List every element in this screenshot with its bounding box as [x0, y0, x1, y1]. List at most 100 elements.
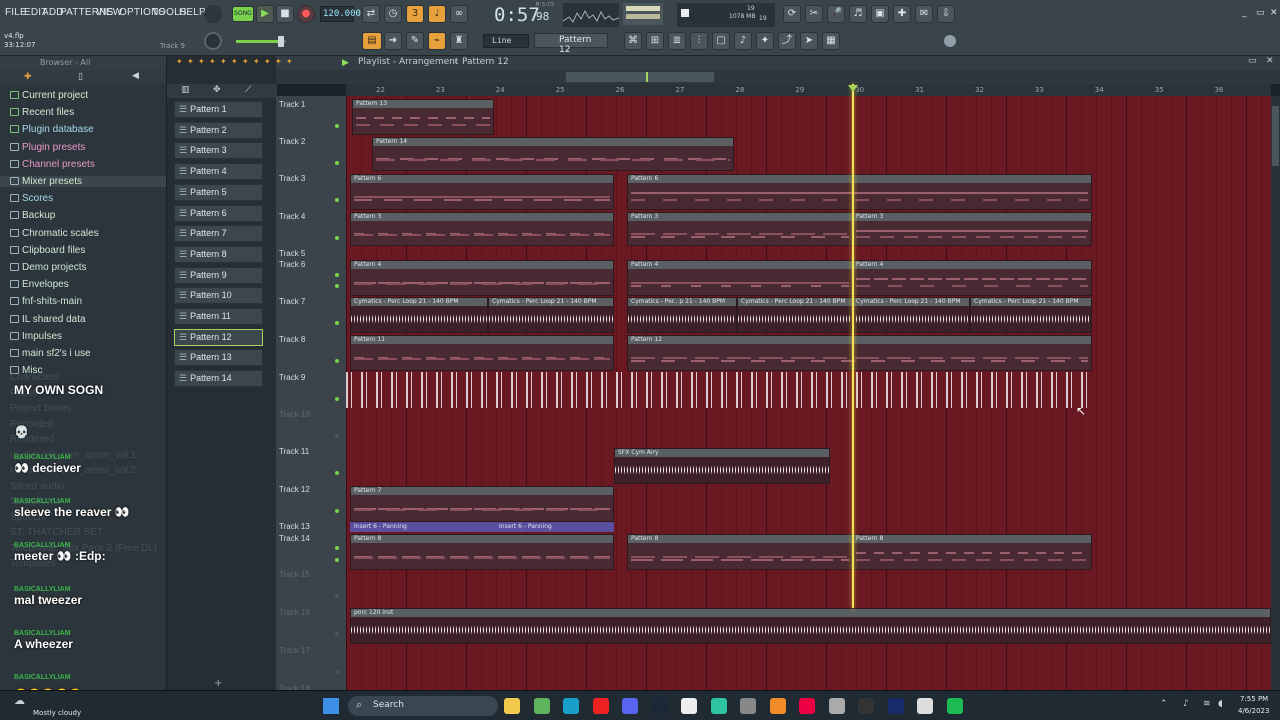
browser-item[interactable]: main sf2's i use [10, 348, 91, 359]
channel-rack-icon[interactable]: ⊞ [646, 32, 664, 50]
mixer-icon[interactable]: ≣ [668, 32, 686, 50]
move-icon[interactable]: ✥ [213, 85, 221, 95]
minimize-window-icon[interactable]: _ [1242, 8, 1247, 18]
track-label[interactable]: Track 17 [279, 646, 310, 655]
pattern-item[interactable]: ☰ Pattern 4 [174, 163, 263, 181]
steam-icon[interactable] [651, 698, 668, 714]
playlist-clip[interactable]: Pattern 7 [350, 486, 614, 522]
playlist-clip[interactable]: Pattern 8 [852, 534, 1092, 570]
playlist-clip[interactable]: Cymatics - Perc Loop 21 - 140 BPM [488, 297, 614, 333]
snap-selector[interactable]: Line [483, 34, 529, 48]
pattern-item[interactable]: ☰ Pattern 2 [174, 121, 263, 139]
track-mute-led[interactable] [335, 558, 339, 562]
play-pattern-icon[interactable]: ▶ [342, 58, 349, 68]
track-mute-led[interactable] [335, 273, 339, 277]
track-label[interactable]: Track 13 [279, 522, 310, 531]
track-label[interactable]: Track 4 [279, 212, 305, 221]
pattern-item[interactable]: ☰ Pattern 10 [174, 287, 263, 305]
pattern-item[interactable]: ☰ Pattern 9 [174, 266, 263, 284]
slip-icon[interactable]: ✦ [242, 57, 249, 66]
track-mute-led[interactable] [335, 236, 339, 240]
step-edit-icon[interactable]: 3 [406, 5, 424, 23]
download-icon[interactable]: ⇩ [937, 5, 955, 23]
track-mute-led[interactable] [335, 434, 339, 438]
camera-icon[interactable] [828, 698, 845, 714]
playlist-clip[interactable]: Pattern 4 [852, 260, 1092, 296]
browser-item[interactable]: Channel presets [10, 159, 95, 170]
track-mute-led[interactable] [335, 198, 339, 202]
browser-speaker-icon[interactable]: ◀ [132, 71, 139, 81]
playlist-clip[interactable]: Pattern 12 [627, 335, 1092, 371]
track-mute-led[interactable] [335, 670, 339, 674]
vertical-scrollbar[interactable] [1271, 96, 1280, 690]
playlist-clip[interactable]: Pattern 13 [352, 99, 494, 135]
browser-item[interactable]: Backup [10, 210, 55, 221]
pattern-item[interactable]: ☰ Pattern 11 [174, 308, 263, 325]
loop-record-icon[interactable]: ∞ [450, 5, 468, 23]
github-icon[interactable] [917, 698, 933, 714]
playlist-clip[interactable]: Pattern 4 [350, 260, 614, 296]
playlist-clip[interactable]: Cymatics - Perc Loop 21 - 140 BPM [737, 297, 853, 333]
playlist-clip[interactable]: Pattern 3 [350, 212, 614, 246]
browser-item-faded[interactable]: Sliced audio [10, 481, 64, 492]
stop-icon[interactable]: ■ [276, 5, 294, 23]
playlist-clip[interactable]: SFX Cym Airy [614, 448, 830, 484]
magnet-small-icon[interactable]: ✦ [187, 57, 194, 66]
playlist-clip[interactable]: Insert 6 - Panning [495, 522, 614, 532]
pattern-item[interactable]: ☰ Pattern 6 [174, 204, 263, 222]
playlist-clip[interactable]: Pattern 8 [627, 534, 853, 570]
track-mute-led[interactable] [335, 471, 339, 475]
minimize-icon[interactable]: ▭ [1248, 56, 1257, 66]
paint-icon[interactable]: ✦ [209, 57, 216, 66]
fl-studio-icon[interactable] [769, 698, 786, 714]
playlist-clip[interactable]: Pattern 6 [627, 174, 1092, 210]
browser-item-faded[interactable]: ST: THATCHER SET [10, 527, 103, 538]
help-icon[interactable] [944, 35, 956, 47]
console-icon[interactable] [858, 698, 874, 714]
pattern-item[interactable]: ☰ Pattern 3 [174, 142, 263, 160]
snap-arrow-icon[interactable]: ✦ [176, 57, 183, 66]
obs-icon[interactable] [681, 698, 697, 714]
track-label[interactable]: Track 15 [279, 570, 310, 579]
track-label[interactable]: Track 9 [279, 373, 305, 382]
track-label[interactable]: Track 10 [279, 410, 310, 419]
browser-item[interactable]: Current project [10, 90, 88, 101]
pattern-item[interactable]: ☰ Pattern 5 [174, 183, 263, 201]
browser-item-faded[interactable]: Characters [10, 372, 59, 383]
playlist-overview[interactable] [276, 70, 1280, 84]
browser-item[interactable]: Clipboard files [10, 245, 85, 256]
drum-hits[interactable] [346, 372, 1092, 408]
playlist-clip[interactable]: Pattern 3 [852, 212, 1092, 246]
browser-item[interactable]: fnf-shits-main [10, 296, 82, 307]
play-icon[interactable]: ▶ [256, 5, 274, 23]
mic-icon[interactable]: 🎤 [827, 5, 845, 23]
track-label[interactable]: Track 8 [279, 335, 305, 344]
file-explorer-icon[interactable] [504, 698, 520, 714]
browser-item[interactable]: Plugin presets [10, 142, 85, 153]
playlist-clip[interactable]: Cymatics - Per.. p 21 - 140 BPM [627, 297, 737, 333]
taskbar-search[interactable]: ⌕ Search [348, 696, 498, 716]
pattern-item[interactable]: ☰ Pattern 13 [174, 349, 263, 367]
pattern-item[interactable]: ☰ Pattern 12 [174, 328, 263, 346]
opera-icon[interactable] [592, 698, 609, 714]
browser-item[interactable]: Envelopes [10, 279, 69, 290]
playlist-clip[interactable]: Cymatics - Perc Loop 21 - 140 BPM [970, 297, 1092, 333]
piano-icon[interactable]: ▥ [181, 85, 190, 95]
scissors-icon[interactable]: ✂ [805, 5, 823, 23]
browser-item[interactable]: Demo projects [10, 262, 86, 273]
terminal-icon[interactable] [710, 698, 727, 714]
pattern-item[interactable]: ☰ Pattern 14 [174, 370, 263, 388]
track-label[interactable]: Track 16 [279, 608, 310, 617]
track-mute-led[interactable] [335, 321, 339, 325]
plugin-picker-icon[interactable]: ⫶ [690, 32, 708, 50]
slice-icon[interactable]: ✦ [253, 57, 260, 66]
mic-icon[interactable]: ♪ [1183, 699, 1189, 709]
tempo-display[interactable]: 120.000 [320, 6, 361, 22]
restore-window-icon[interactable]: ▭ [1256, 8, 1265, 18]
chevron-up-icon[interactable]: ⌃ [1160, 699, 1168, 709]
select-icon[interactable]: ✦ [264, 57, 271, 66]
track-label[interactable]: Track 7 [279, 297, 305, 306]
scroll-thumb[interactable] [566, 72, 714, 82]
windows-start-icon[interactable] [323, 698, 339, 714]
track-label[interactable]: Track 1 [279, 100, 305, 109]
